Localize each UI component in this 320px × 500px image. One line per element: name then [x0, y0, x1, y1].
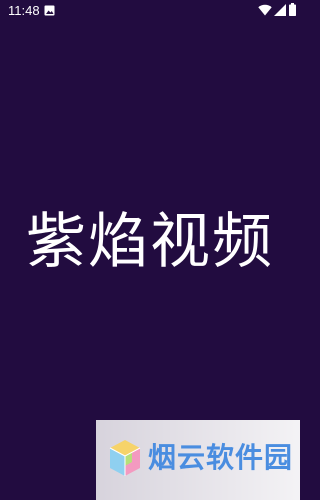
cube-logo-icon — [109, 440, 141, 476]
gallery-icon — [44, 5, 55, 16]
status-time: 11:48 — [8, 3, 40, 18]
signal-icon — [274, 4, 286, 16]
watermark-text: 烟云软件园 — [148, 441, 294, 474]
battery-icon — [289, 3, 296, 16]
app-name-title: 紫焰视频 — [26, 207, 274, 277]
wifi-icon — [258, 4, 272, 16]
status-bar: 11:48 — [0, 0, 300, 24]
watermark: 烟云软件园 — [96, 420, 300, 500]
